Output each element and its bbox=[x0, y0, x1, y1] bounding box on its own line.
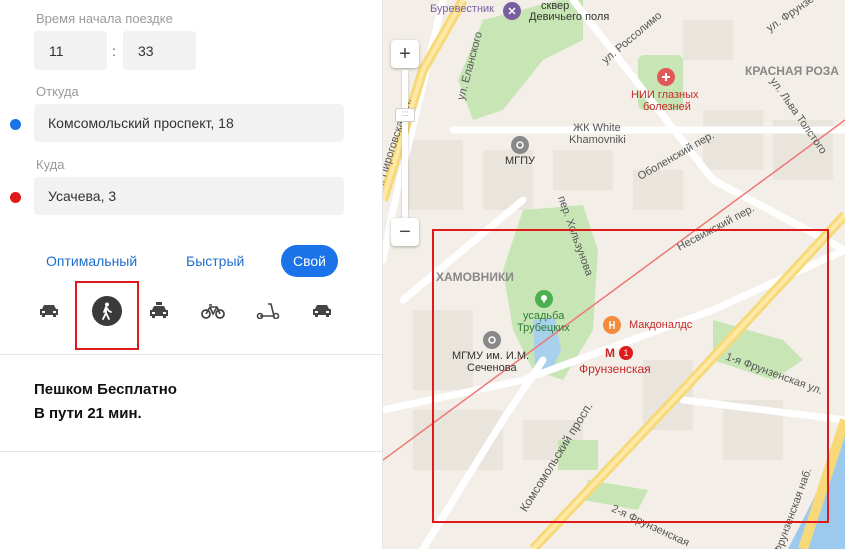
university-poi-icon[interactable] bbox=[511, 136, 529, 154]
from-label: Откуда bbox=[36, 84, 79, 99]
map-label: НИИ глазных bbox=[631, 89, 699, 101]
map-label: Буревестник bbox=[430, 3, 494, 15]
result-duration: В пути 21 мин. bbox=[34, 405, 142, 422]
map-label: Девичьего поля bbox=[529, 11, 610, 23]
hospital-poi-icon[interactable] bbox=[657, 68, 675, 86]
to-input[interactable]: Усачева, 3 bbox=[34, 177, 344, 215]
scooter-icon[interactable] bbox=[253, 296, 283, 326]
map-label: болезней bbox=[643, 101, 691, 113]
map-label: МГПУ bbox=[505, 155, 536, 167]
map-label: Khamovniki bbox=[569, 134, 626, 146]
from-input[interactable]: Комсомольский проспект, 18 bbox=[34, 104, 344, 142]
start-time-label: Время начала поездке bbox=[36, 11, 173, 26]
divider bbox=[0, 354, 383, 355]
result-cost: Пешком Бесплатно bbox=[34, 381, 177, 398]
bicycle-icon[interactable] bbox=[198, 296, 228, 326]
map-label: КРАСНАЯ РОЗА bbox=[745, 64, 839, 78]
route-mode-optimal[interactable]: Оптимальный bbox=[46, 245, 137, 277]
zoom-slider-handle[interactable]: ::: bbox=[395, 108, 415, 122]
to-label: Куда bbox=[36, 157, 65, 172]
route-mode-fast[interactable]: Быстрый bbox=[186, 245, 244, 277]
zoom-out-button[interactable]: − bbox=[391, 218, 419, 246]
map-selection-highlight bbox=[432, 229, 829, 523]
route-panel: Время начала поездке 11 : 33 Откуда Комс… bbox=[0, 0, 383, 549]
map-label: ЖК White bbox=[573, 122, 621, 134]
from-dot-icon bbox=[10, 119, 21, 130]
walking-icon[interactable] bbox=[92, 296, 122, 326]
taxi-icon[interactable] bbox=[144, 296, 174, 326]
time-separator: : bbox=[112, 43, 116, 59]
hour-input[interactable]: 11 bbox=[34, 31, 107, 70]
minute-input[interactable]: 33 bbox=[123, 31, 196, 70]
car-sharing-icon[interactable] bbox=[307, 296, 337, 326]
cinema-poi-icon[interactable] bbox=[503, 2, 521, 20]
zoom-slider-track[interactable] bbox=[402, 70, 408, 218]
car-icon[interactable] bbox=[34, 296, 64, 326]
zoom-in-button[interactable]: + bbox=[391, 40, 419, 68]
divider bbox=[0, 451, 383, 452]
to-dot-icon bbox=[10, 192, 21, 203]
route-mode-custom[interactable]: Свой bbox=[281, 245, 338, 277]
